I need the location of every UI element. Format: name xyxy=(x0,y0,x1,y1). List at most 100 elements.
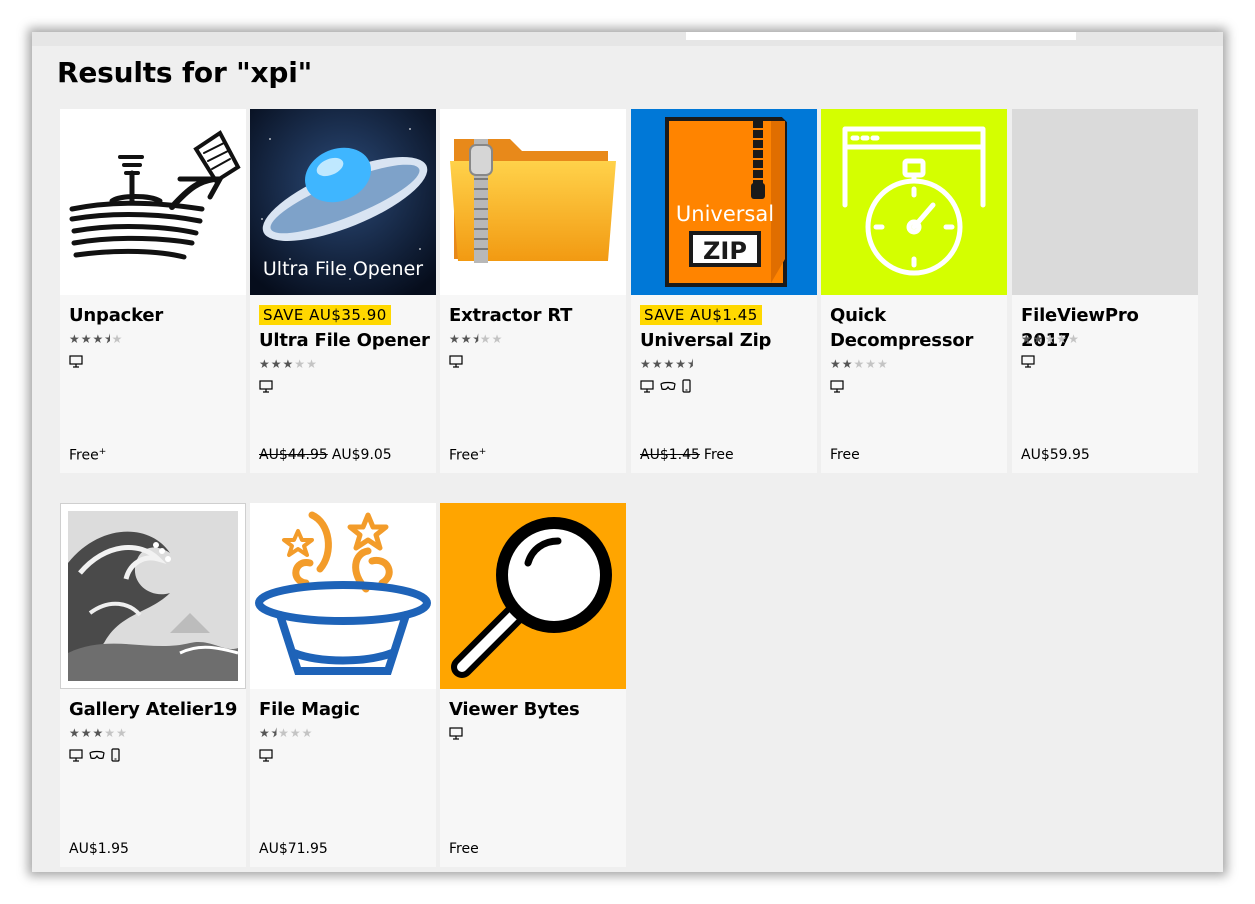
app-card-viewer-bytes[interactable]: Viewer Bytes Free xyxy=(440,503,626,867)
app-card-ultra-file-opener[interactable]: Ultra File Opener SAVE AU$35.90 Ultra Fi… xyxy=(250,109,436,473)
star-filled-icon: ★ xyxy=(640,357,652,371)
sale-badge: SAVE AU$35.90 xyxy=(259,305,391,325)
star-empty-icon: ★ xyxy=(491,332,504,346)
price-value: AU$71.95 xyxy=(259,841,328,857)
star-half-icon: ⯨ xyxy=(472,332,480,346)
device-icons xyxy=(259,748,273,762)
app-thumbnail xyxy=(60,503,246,689)
app-card-gallery-atelier19[interactable]: Gallery Atelier19 ★★★★★ AU$1.95 xyxy=(60,503,246,867)
star-empty-icon: ★ xyxy=(877,357,889,371)
rating-stars: ★★⯨★★ xyxy=(449,332,503,346)
star-empty-icon: ★ xyxy=(116,726,128,740)
price-value: Free xyxy=(703,447,734,463)
device-icons xyxy=(1021,354,1035,368)
app-name: Unpacker xyxy=(69,305,164,326)
star-filled-icon: ★ xyxy=(663,357,676,371)
thumb-title: Ultra File Opener xyxy=(263,258,423,280)
app-thumbnail xyxy=(821,109,1007,295)
thumb-text-universal: Universal xyxy=(676,202,774,226)
pc-icon xyxy=(259,379,273,393)
price-label: Free xyxy=(830,447,860,463)
star-filled-icon: ★ xyxy=(69,332,81,346)
app-card-unpacker[interactable]: Unpacker ★★★⯨★ Free+ xyxy=(60,109,246,473)
pc-icon xyxy=(1021,354,1035,368)
app-card-fileviewpro-2017[interactable]: FileViewPro 2017 ★★★★★ AU$59.95 xyxy=(1012,109,1198,473)
pc-icon xyxy=(449,354,463,368)
price-label: AU$44.95 AU$9.05 xyxy=(259,447,392,463)
star-filled-icon: ★ xyxy=(80,726,93,740)
star-empty-icon: ★ xyxy=(104,726,117,740)
price-value: Free xyxy=(449,841,479,857)
pc-icon xyxy=(259,748,273,762)
stopwatch-window-icon xyxy=(842,126,986,276)
sale-badge: SAVE AU$1.45 xyxy=(640,305,762,325)
app-thumbnail xyxy=(250,503,436,689)
zipped-folder-icon xyxy=(450,139,616,263)
hololens-icon xyxy=(89,750,105,760)
star-empty-icon: ★ xyxy=(1044,332,1057,346)
star-empty-icon: ★ xyxy=(853,357,866,371)
star-filled-icon: ★ xyxy=(841,357,854,371)
star-empty-icon: ★ xyxy=(289,726,302,740)
star-empty-icon: ★ xyxy=(1068,332,1080,346)
app-name: Gallery Atelier19 xyxy=(69,699,238,720)
price-mark: + xyxy=(478,447,487,457)
thumb-text-zip: ZIP xyxy=(703,237,747,265)
mobile-icon xyxy=(111,748,120,762)
app-thumbnail xyxy=(440,109,626,295)
hololens-icon xyxy=(660,381,676,391)
original-price: AU$44.95 xyxy=(259,447,328,463)
app-thumbnail: Ultra File Opener xyxy=(250,109,436,295)
app-name: Viewer Bytes xyxy=(449,699,580,720)
original-price: AU$1.45 xyxy=(640,447,700,463)
star-filled-icon: ★ xyxy=(675,357,688,371)
star-empty-icon: ★ xyxy=(479,332,492,346)
rating-stars: ★★★★★ xyxy=(69,726,128,740)
star-empty-icon: ★ xyxy=(301,726,314,740)
star-half-icon: ⯨ xyxy=(687,357,695,371)
magnifier-icon xyxy=(451,517,612,678)
price-label: AU$1.95 xyxy=(69,841,129,857)
price-label: Free+ xyxy=(449,447,486,464)
price-label: AU$71.95 xyxy=(259,841,328,857)
star-empty-icon: ★ xyxy=(278,726,290,740)
star-filled-icon: ★ xyxy=(1021,332,1033,346)
app-card-universal-zip[interactable]: Universal ZIP SAVE AU$1.45 Universal Zip… xyxy=(631,109,817,473)
star-filled-icon: ★ xyxy=(270,357,283,371)
price-value: Free xyxy=(69,447,99,464)
price-value: AU$9.05 xyxy=(331,447,392,463)
device-icons xyxy=(449,354,463,368)
device-icons xyxy=(640,379,691,393)
star-filled-icon: ★ xyxy=(651,357,664,371)
star-empty-icon: ★ xyxy=(294,357,307,371)
star-empty-icon: ★ xyxy=(865,357,878,371)
universal-zip-folder-icon: Universal ZIP xyxy=(665,117,787,287)
star-filled-icon: ★ xyxy=(259,357,271,371)
price-label: Free+ xyxy=(69,447,106,464)
app-card-quick-decompressor[interactable]: Quick Decompressor ★★★★★ Free xyxy=(821,109,1007,473)
rating-stars: ★★★★★ xyxy=(830,357,889,371)
app-card-extractor-rt[interactable]: Extractor RT ★★⯨★★ Free+ xyxy=(440,109,626,473)
app-thumbnail: Universal ZIP xyxy=(631,109,817,295)
star-empty-icon: ★ xyxy=(1056,332,1069,346)
app-card-file-magic[interactable]: File Magic ★⯨★★★ AU$71.95 xyxy=(250,503,436,867)
device-icons xyxy=(259,379,273,393)
device-icons xyxy=(69,354,83,368)
store-window: Results for "xpi" Unpacker ★★★⯨★ Free+ U… xyxy=(32,32,1223,872)
star-filled-icon: ★ xyxy=(282,357,295,371)
flying-saucer-icon: Ultra File Opener xyxy=(250,109,436,295)
mobile-icon xyxy=(682,379,691,393)
app-thumbnail xyxy=(60,109,246,295)
search-bar-edge[interactable] xyxy=(686,32,1076,40)
star-filled-icon: ★ xyxy=(449,332,461,346)
device-icons xyxy=(69,748,120,762)
price-value: Free xyxy=(449,447,479,464)
rating-stars: ★★★⯨★ xyxy=(69,332,123,346)
app-name: Quick Decompressor xyxy=(830,305,974,351)
star-half-icon: ⯨ xyxy=(104,332,112,346)
app-thumbnail xyxy=(440,503,626,689)
star-filled-icon: ★ xyxy=(259,726,271,740)
magic-hat-icon xyxy=(255,511,431,675)
device-icons xyxy=(449,726,463,740)
price-value: AU$1.95 xyxy=(69,841,129,857)
